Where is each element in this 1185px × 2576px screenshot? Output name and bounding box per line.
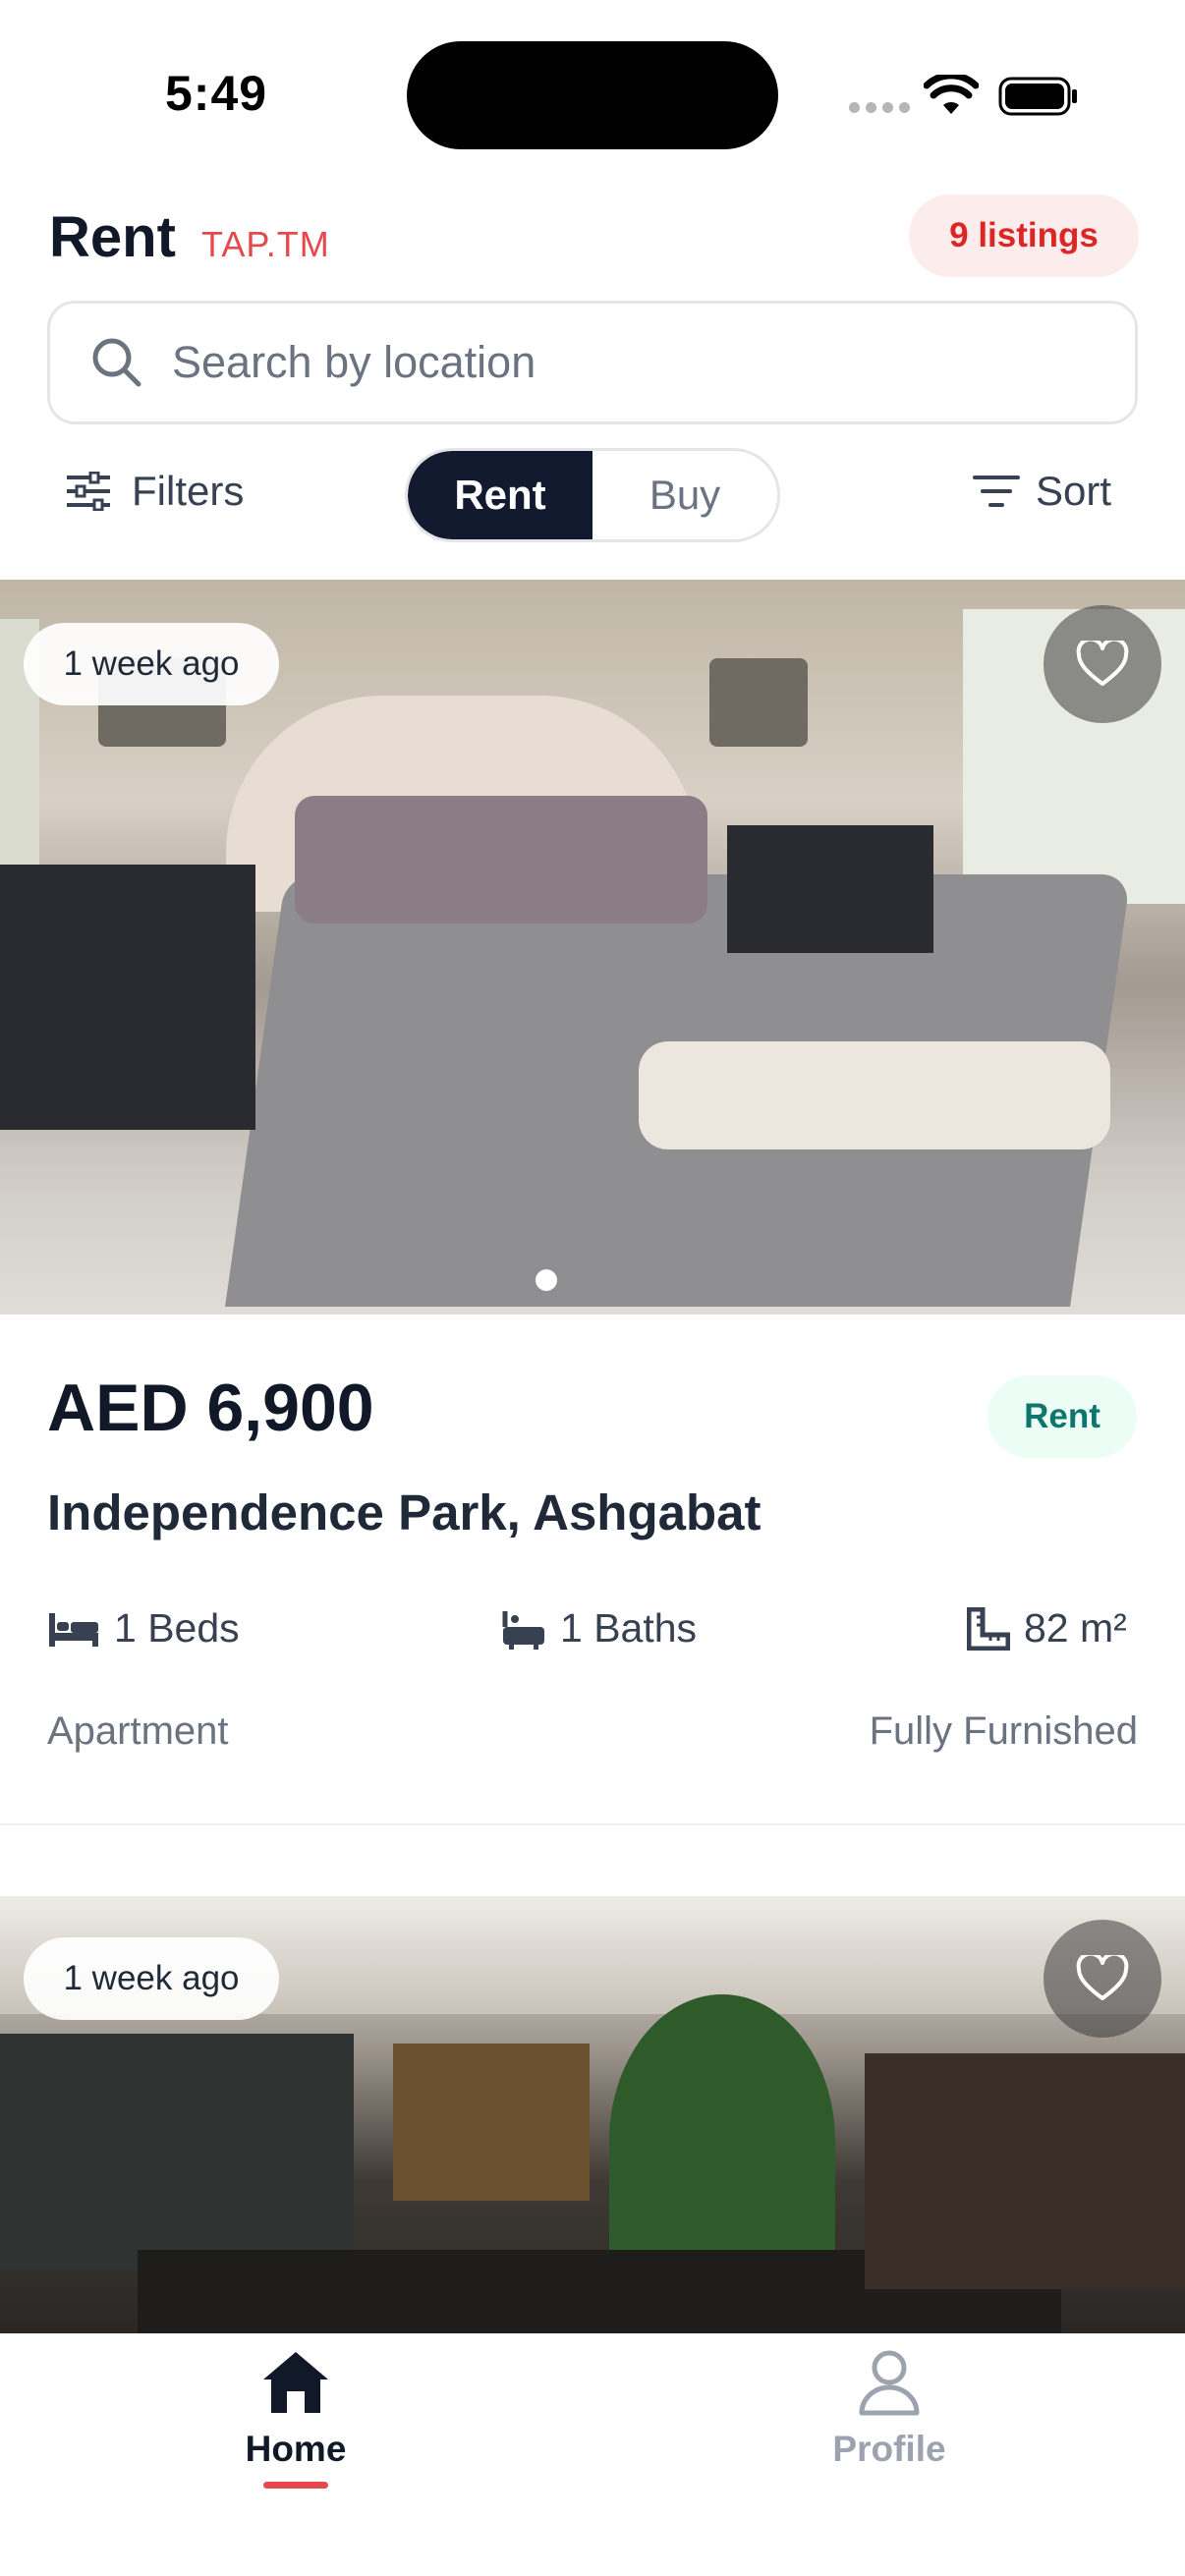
area-info: 82 m² [967,1605,1127,1652]
wifi-icon [924,75,979,114]
photo-page-indicator [536,1269,557,1291]
segment-rent[interactable]: Rent [408,451,592,539]
home-icon [263,2352,328,2413]
sort-icon [973,476,1020,507]
favorite-button[interactable] [1044,1920,1161,2038]
area-label: 82 m² [1024,1605,1127,1651]
photo-pillows [295,796,707,924]
posted-time-badge: 1 week ago [24,1937,279,2020]
cellular-signal-icon [849,102,910,113]
heart-icon [1076,641,1129,686]
tab-home[interactable]: Home [236,2348,356,2489]
photo-lamp-right [709,658,808,747]
photo-chalkboard [0,2034,354,2269]
ruler-icon [967,1606,1010,1651]
listing-price: AED 6,900 [47,1371,374,1445]
tab-profile-label: Profile [832,2429,946,2469]
heart-icon [1076,1955,1129,2000]
baths-info: 1 Baths [501,1605,697,1652]
beds-label: 1 Beds [114,1605,240,1651]
search-input[interactable] [172,337,1056,388]
tab-bar [0,2333,1185,2576]
listing-location[interactable]: Independence Park, Ashgabat [47,1484,761,1541]
battery-icon [998,77,1077,116]
listings-count-badge: 9 listings [909,195,1139,277]
tab-profile[interactable]: Profile [825,2348,953,2470]
photo-bar-right [865,2053,1185,2289]
search-icon [92,338,141,387]
listing-divider [0,1823,1185,1825]
segment-buy[interactable]: Buy [592,451,777,539]
sort-label: Sort [1036,468,1112,514]
page-title: Rent [49,205,176,269]
listing-type-badge: Rent [988,1375,1137,1458]
beds-info: 1 Beds [47,1605,240,1652]
listing-photo[interactable]: 1 week ago [0,580,1185,1315]
filters-label: Filters [132,468,245,514]
rent-buy-segmented-control[interactable]: Rent Buy [405,448,780,542]
photo-nightstand-left [0,865,255,1130]
photo-bench [639,1041,1110,1149]
profile-icon [859,2350,920,2416]
favorite-button[interactable] [1044,605,1161,723]
listing-photo[interactable]: 1 week ago [0,1896,1185,2333]
photo-shelves [393,2044,590,2201]
property-type: Apartment [47,1709,229,1753]
status-time: 5:49 [165,66,268,121]
filters-button[interactable]: Filters [65,468,244,515]
dynamic-island [407,41,778,149]
photo-plant [609,1994,835,2289]
bed-icon [49,1612,98,1647]
baths-label: 1 Baths [560,1605,698,1651]
brand-label: TAP.TM [201,224,330,264]
search-bar[interactable] [47,301,1138,424]
sort-button[interactable]: Sort [973,468,1111,515]
posted-time-badge: 1 week ago [24,623,279,705]
bath-icon [502,1610,544,1650]
tab-active-indicator [263,2482,328,2489]
tab-home-label: Home [245,2429,347,2469]
photo-nightstand-right [727,825,933,953]
furnishing-status: Fully Furnished [869,1709,1138,1753]
filters-icon [67,472,110,511]
